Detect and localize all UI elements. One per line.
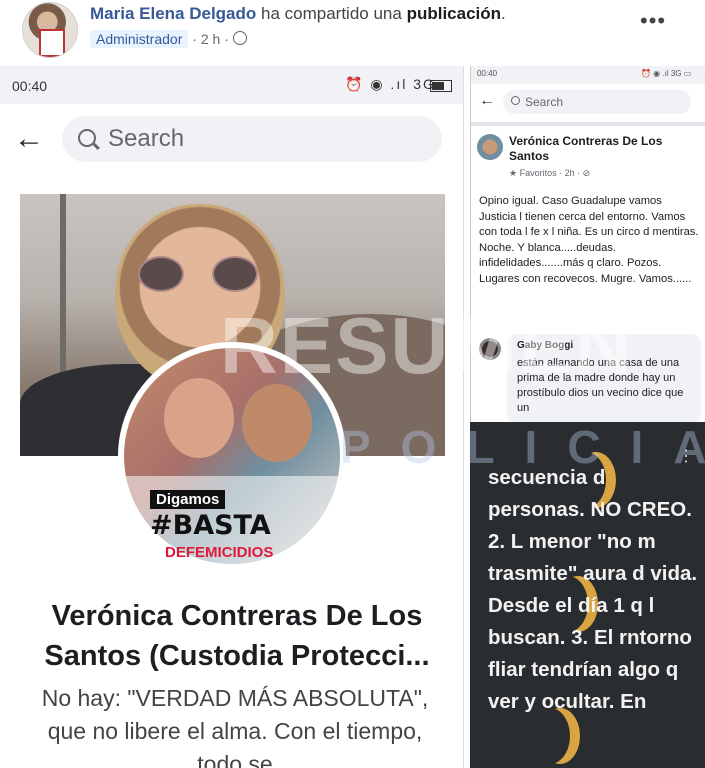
divider: [471, 122, 705, 126]
search-placeholder: Search: [525, 95, 564, 109]
back-arrow-icon[interactable]: ←: [14, 124, 44, 154]
post-author-avatar[interactable]: [477, 134, 503, 160]
frame-text-basta: #BASTA: [150, 510, 271, 541]
battery-icon: [430, 80, 452, 92]
left-phone-screenshot: 00:40 ⏰ ◉ .ıl 3G ← Search Digamos #BASTA…: [0, 66, 464, 768]
status-icons: ⏰ ◉ .ıl 3G ▭: [641, 69, 692, 78]
page-title: Verónica Contreras De Los Santos (Custod…: [44, 600, 430, 672]
status-text: secuencia d personas. NO CREO. 2. L meno…: [488, 466, 698, 713]
status-time: 00:40: [477, 69, 498, 78]
status-time: 00:40: [12, 78, 48, 94]
watermark-resumen: RESUMEN: [220, 301, 635, 390]
search-icon: [511, 96, 520, 105]
search-icon: [78, 129, 96, 147]
search-placeholder: Search: [108, 125, 185, 152]
globe-icon: [232, 31, 247, 45]
period: .: [501, 4, 506, 23]
post-body: Opino igual. Caso Guadalupe vamos Justic…: [479, 195, 699, 285]
post-author-line: Maria Elena Delgado ha compartido una pu…: [90, 4, 506, 24]
author-name-link[interactable]: Maria Elena Delgado: [90, 4, 256, 23]
frame-text-digamos: Digamos: [150, 490, 226, 509]
shared-action-text: ha compartido una: [261, 4, 402, 23]
frame-text-femicidios: DEFEMICIDIOS: [165, 544, 274, 561]
status-icons: ⏰ ◉ .ıl 3G: [345, 76, 436, 92]
post-time[interactable]: 2 h: [201, 31, 220, 47]
post-meta: ★ Favoritos · 2h · ⊘: [509, 168, 591, 178]
more-options-icon[interactable]: •••: [640, 8, 666, 34]
post-header: Maria Elena Delgado ha compartido una pu…: [0, 0, 705, 62]
status-bar: 00:40 ⏰ ◉ .ıl 3G ▭: [471, 66, 705, 84]
search-input[interactable]: Search: [62, 116, 442, 162]
author-avatar[interactable]: [22, 2, 78, 58]
admin-badge: Administrador: [90, 30, 189, 48]
post-author-name[interactable]: Verónica Contreras De Los Santos: [509, 134, 699, 164]
back-arrow-icon[interactable]: ←: [479, 92, 495, 110]
watermark-policial: POLICIAL: [340, 421, 705, 473]
post-meta-line: Administrador · 2 h ·: [90, 30, 247, 48]
meta-separator-2: ·: [224, 31, 229, 47]
publication-link[interactable]: publicación: [407, 4, 501, 23]
search-input[interactable]: Search: [503, 90, 691, 114]
status-bar: 00:40 ⏰ ◉ .ıl 3G: [0, 66, 463, 104]
meta-separator: ·: [192, 31, 197, 47]
page-bio: No hay: "VERDAD MÁS ABSOLUTA", que no li…: [41, 685, 429, 768]
